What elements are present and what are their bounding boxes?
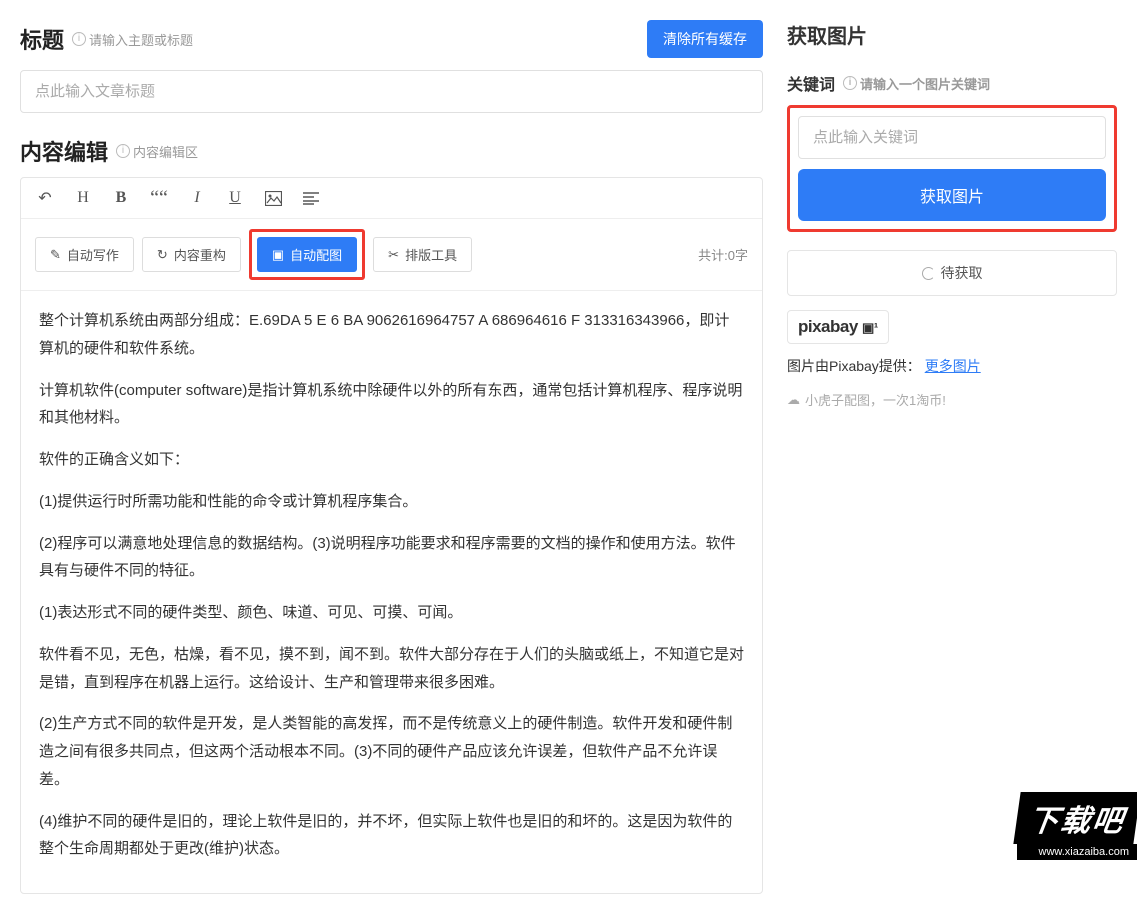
align-icon[interactable] <box>301 188 321 208</box>
cloud-icon: ☁ <box>787 392 800 408</box>
image-icon[interactable] <box>263 188 283 208</box>
paragraph: 整个计算机系统由两部分组成：E.69DA 5 E 6 BA 9062616964… <box>39 307 744 363</box>
refresh-icon: ↻ <box>157 247 168 263</box>
paragraph: 软件的正确含义如下： <box>39 446 744 474</box>
typeset-icon: ✂ <box>388 247 399 263</box>
watermark-url: www.xiazaiba.com <box>1017 844 1137 860</box>
typeset-button[interactable]: ✂ 排版工具 <box>373 237 472 272</box>
action-toolbar: ✎ 自动写作 ↻ 内容重构 ▣ 自动配图 ✂ <box>21 219 762 291</box>
underline-icon[interactable]: U <box>225 188 245 208</box>
quote-icon[interactable]: ““ <box>149 188 169 208</box>
info-icon: i <box>72 32 86 46</box>
paragraph: (4)维护不同的硬件是旧的，理论上软件是旧的，并不坏，但实际上软件也是旧的和坏的… <box>39 808 744 864</box>
keyword-hint: i 请输入一个图片关键词 <box>843 74 990 93</box>
editor-container: ↶ H B ““ I U ✎ 自动写作 <box>20 177 763 894</box>
article-title-input[interactable] <box>20 70 763 113</box>
editor-body[interactable]: 整个计算机系统由两部分组成：E.69DA 5 E 6 BA 9062616964… <box>21 291 762 893</box>
provider-text: 图片由Pixabay提供： 更多图片 <box>787 356 1117 376</box>
pending-status: 待获取 <box>787 250 1117 296</box>
paragraph: (2)程序可以满意地处理信息的数据结构。(3)说明程序功能要求和程序需要的文档的… <box>39 530 744 586</box>
clear-cache-button[interactable]: 清除所有缓存 <box>647 20 763 58</box>
restructure-button[interactable]: ↻ 内容重构 <box>142 237 241 272</box>
paragraph: (1)表达形式不同的硬件类型、颜色、味道、可见、可摸、可闻。 <box>39 599 744 627</box>
more-images-link[interactable]: 更多图片 <box>925 358 981 374</box>
pencil-icon: ✎ <box>50 247 61 263</box>
editor-section-label: 内容编辑 <box>20 135 108 167</box>
heading-icon[interactable]: H <box>73 188 93 208</box>
word-count: 共计:0字 <box>698 245 748 264</box>
format-toolbar: ↶ H B ““ I U <box>21 178 762 219</box>
bold-icon[interactable]: B <box>111 188 131 208</box>
get-image-title: 获取图片 <box>787 20 1117 49</box>
auto-image-button[interactable]: ▣ 自动配图 <box>257 237 357 272</box>
undo-icon[interactable]: ↶ <box>35 188 55 208</box>
title-row: 标题 i 请输入主题或标题 清除所有缓存 <box>20 20 763 58</box>
camera-icon: ▣¹ <box>862 320 878 335</box>
gallery-icon: ▣ <box>272 247 284 263</box>
footer-note: ☁ 小虎子配图，一次1淘币! <box>787 390 1117 409</box>
paragraph: (1)提供运行时所需功能和性能的命令或计算机程序集合。 <box>39 488 744 516</box>
sidebar: 获取图片 关键词 i 请输入一个图片关键词 获取图片 待获取 pixabay ▣… <box>787 20 1117 894</box>
spinner-icon <box>922 267 935 280</box>
info-icon: i <box>116 144 130 158</box>
keyword-label-row: 关键词 i 请输入一个图片关键词 <box>787 71 1117 95</box>
watermark-text: 下载吧 <box>1013 792 1137 844</box>
editor-hint: i 内容编辑区 <box>116 142 198 161</box>
auto-write-button[interactable]: ✎ 自动写作 <box>35 237 134 272</box>
paragraph: 软件看不见，无色，枯燥，看不见，摸不到，闻不到。软件大部分存在于人们的头脑或纸上… <box>39 641 744 697</box>
keyword-highlight-box: 获取图片 <box>787 105 1117 232</box>
editor-section: 内容编辑 i 内容编辑区 ↶ H B ““ I U <box>20 135 763 894</box>
title-section-label: 标题 <box>20 23 64 55</box>
info-icon: i <box>843 76 857 90</box>
keyword-label: 关键词 <box>787 71 835 95</box>
pixabay-logo: pixabay ▣¹ <box>787 310 889 344</box>
get-image-button[interactable]: 获取图片 <box>798 169 1106 221</box>
title-hint: i 请输入主题或标题 <box>72 30 193 49</box>
paragraph: (2)生产方式不同的软件是开发，是人类智能的高发挥，而不是传统意义上的硬件制造。… <box>39 710 744 793</box>
main-column: 标题 i 请输入主题或标题 清除所有缓存 内容编辑 i 内容编辑区 ↶ <box>20 20 763 894</box>
italic-icon[interactable]: I <box>187 188 207 208</box>
watermark: 下载吧 www.xiazaiba.com <box>1017 792 1137 860</box>
paragraph: 计算机软件(computer software)是指计算机系统中除硬件以外的所有… <box>39 377 744 433</box>
keyword-input[interactable] <box>798 116 1106 159</box>
autoimage-highlight: ▣ 自动配图 <box>249 229 365 280</box>
